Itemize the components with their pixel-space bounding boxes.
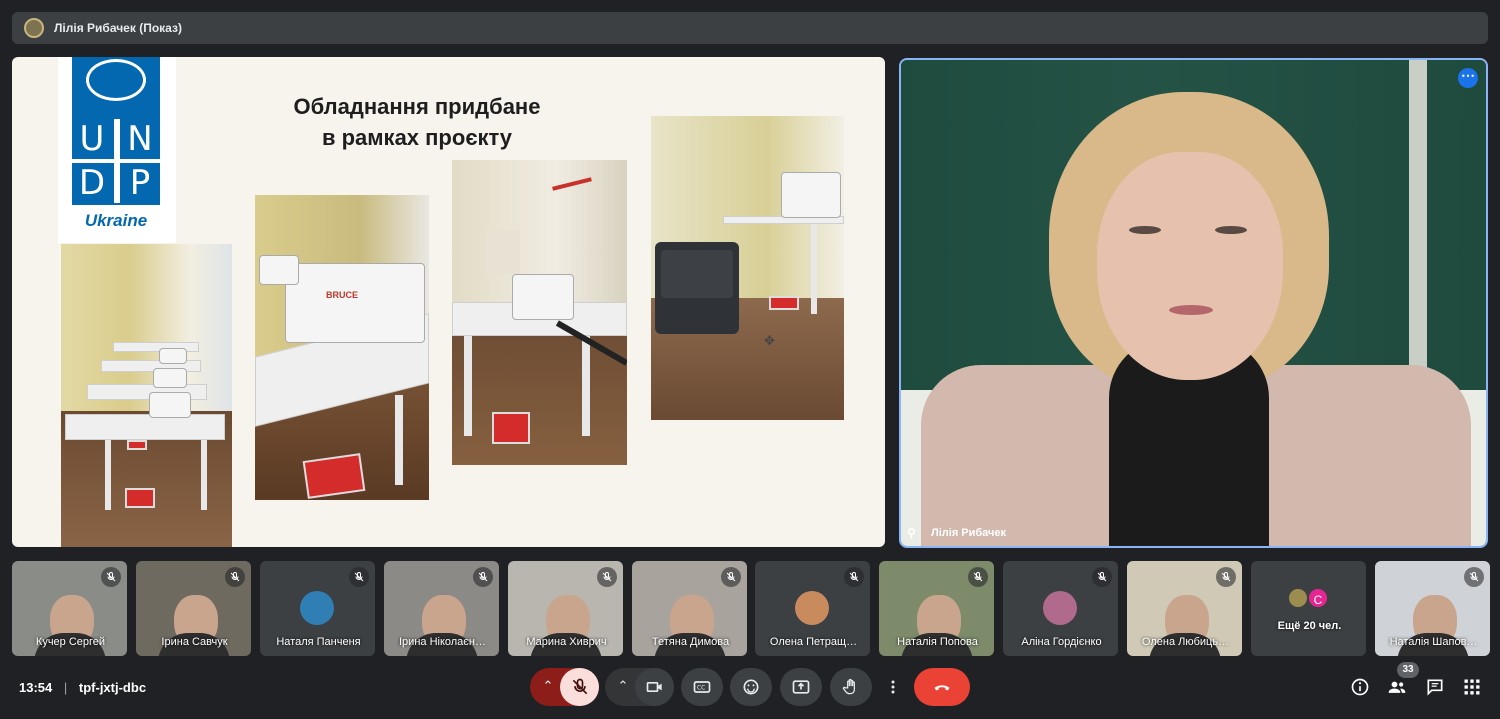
participant-tile[interactable]: Наталія Шапов… <box>1375 561 1490 656</box>
call-end-icon <box>934 685 950 691</box>
power-station-photo <box>651 116 844 420</box>
mic-off-icon <box>225 567 245 587</box>
mic-options-chevron-icon[interactable]: ⌃ <box>538 676 558 696</box>
mic-off-icon <box>473 567 493 587</box>
participant-name: Наталя Панченя <box>276 636 361 648</box>
mic-toggle-button[interactable] <box>560 668 599 706</box>
main-speaker-video[interactable]: ⋯ ⚲ Лілія Рибачек <box>899 58 1488 548</box>
present-screen-icon <box>792 680 810 694</box>
participant-name: Кучер Сергей <box>35 636 106 648</box>
svg-text:CC: CC <box>697 686 705 692</box>
mic-off-icon <box>1216 567 1236 587</box>
pointer-cursor-icon: ✥ <box>764 333 775 348</box>
tile-options-button[interactable]: ⋯ <box>1458 68 1478 88</box>
info-icon[interactable] <box>1350 677 1370 697</box>
people-icon[interactable] <box>1387 677 1407 697</box>
mic-off-icon <box>844 567 864 587</box>
participant-tile[interactable]: Тетяна Димова <box>632 561 747 656</box>
apps-grid-icon[interactable] <box>1462 677 1482 697</box>
sewing-room-photo <box>61 244 232 547</box>
mic-off-icon <box>968 567 988 587</box>
participant-strip: Кучер Сергей Ірина Савчук Наталя Панченя Ір… <box>12 561 1490 656</box>
meeting-info: 13:54 | tpf-jxtj-dbc <box>19 680 146 695</box>
participant-name: Ірина Савчук <box>161 636 228 648</box>
logo-caption: Ukraine <box>84 211 148 230</box>
avatar <box>795 591 829 625</box>
slide-title: Обладнання придбане в рамках проєкту <box>262 91 572 153</box>
pin-icon: ⚲ <box>907 526 916 540</box>
mic-off-icon <box>572 678 587 695</box>
camera-toggle-button[interactable] <box>635 668 674 706</box>
participant-tile[interactable]: Наталя Панченя <box>260 561 375 656</box>
meeting-controls-bar: 13:54 | tpf-jxtj-dbc ⌃ ⌃ CC 33 <box>0 662 1500 719</box>
more-vert-icon <box>891 680 895 694</box>
captions-button[interactable]: CC <box>681 668 723 706</box>
people-count-badge: 33 <box>1397 662 1419 678</box>
mic-off-icon <box>101 567 121 587</box>
overlock-machine-photo <box>452 160 627 465</box>
participant-name: Ещё 20 чел. <box>1277 620 1342 632</box>
participant-name: Марина Хиврич <box>526 636 607 648</box>
raise-hand-icon <box>842 678 855 695</box>
participant-name: Наталія Шапов… <box>1389 636 1478 648</box>
reactions-button[interactable] <box>730 668 772 706</box>
more-options-button[interactable] <box>880 668 906 706</box>
participant-tile[interactable]: Олена Любиць… <box>1127 561 1242 656</box>
slide-title-line1: Обладнання придбане <box>293 94 541 119</box>
slide-title-line2: в рамках проєкту <box>321 125 513 150</box>
mic-off-icon <box>349 567 369 587</box>
participant-tile[interactable]: С Ещё 20 чел. <box>1251 561 1366 656</box>
presenting-title: Лілія Рибачек (Показ) <box>54 21 182 35</box>
closed-captions-icon: CC <box>693 681 711 693</box>
presenting-banner: Лілія Рибачек (Показ) <box>12 12 1488 44</box>
clock-time: 13:54 <box>19 680 53 695</box>
avatar <box>1287 587 1309 609</box>
chat-icon[interactable] <box>1425 677 1445 697</box>
bruce-machine-photo: BRUCE <box>255 195 429 500</box>
participant-tile[interactable]: Кучер Сергей <box>12 561 127 656</box>
mic-off-icon <box>1464 567 1484 587</box>
avatar <box>1043 591 1077 625</box>
mic-control-group: ⌃ <box>530 668 599 706</box>
participant-tile[interactable]: Ірина Савчук <box>136 561 251 656</box>
participant-name: Ірина Ніколаєн… <box>399 636 486 648</box>
participant-tile[interactable]: Аліна Гордієнко <box>1003 561 1118 656</box>
raise-hand-button[interactable] <box>830 668 872 706</box>
speaker-name-tag: ⚲ Лілія Рибачек <box>907 526 1006 540</box>
participant-name: Олена Любиць… <box>1141 636 1230 648</box>
camera-control-group: ⌃ <box>605 668 674 706</box>
participant-tile[interactable]: Олена Петращ… <box>755 561 870 656</box>
presentation-slide: U N D P Ukraine Обладнання придбане в ра… <box>12 57 885 547</box>
participant-name: Олена Петращ… <box>769 636 858 648</box>
avatar <box>300 591 334 625</box>
participant-tile[interactable]: Ірина Ніколаєн… <box>384 561 499 656</box>
un-emblem-icon <box>86 59 146 101</box>
meeting-code[interactable]: tpf-jxtj-dbc <box>79 680 146 695</box>
presenter-avatar <box>24 18 44 38</box>
participant-tile[interactable]: Марина Хиврич <box>508 561 623 656</box>
participant-name: Аліна Гордієнко <box>1021 636 1102 648</box>
speaker-name: Лілія Рибачек <box>931 527 1007 539</box>
present-button[interactable] <box>780 668 822 706</box>
mic-off-icon <box>721 567 741 587</box>
speaker-face <box>1097 152 1283 380</box>
logo-letter-n: N <box>120 119 160 159</box>
avatar: С <box>1307 587 1329 609</box>
end-call-button[interactable] <box>914 668 970 706</box>
participant-tile[interactable]: Наталія Попова <box>879 561 994 656</box>
machine-brand-label: BRUCE <box>326 290 359 300</box>
logo-letter-d: D <box>72 163 112 203</box>
mic-off-icon <box>1092 567 1112 587</box>
camera-options-chevron-icon[interactable]: ⌃ <box>613 676 633 696</box>
participant-name: Наталія Попова <box>897 636 978 648</box>
undp-logo: U N D P Ukraine <box>58 57 176 243</box>
logo-letter-p: P <box>120 163 160 203</box>
videocam-icon <box>646 682 662 692</box>
mic-off-icon <box>597 567 617 587</box>
logo-letter-u: U <box>72 119 112 159</box>
separator: | <box>63 680 68 695</box>
emoji-icon <box>743 679 759 695</box>
participant-name: Тетяна Димова <box>651 636 730 648</box>
